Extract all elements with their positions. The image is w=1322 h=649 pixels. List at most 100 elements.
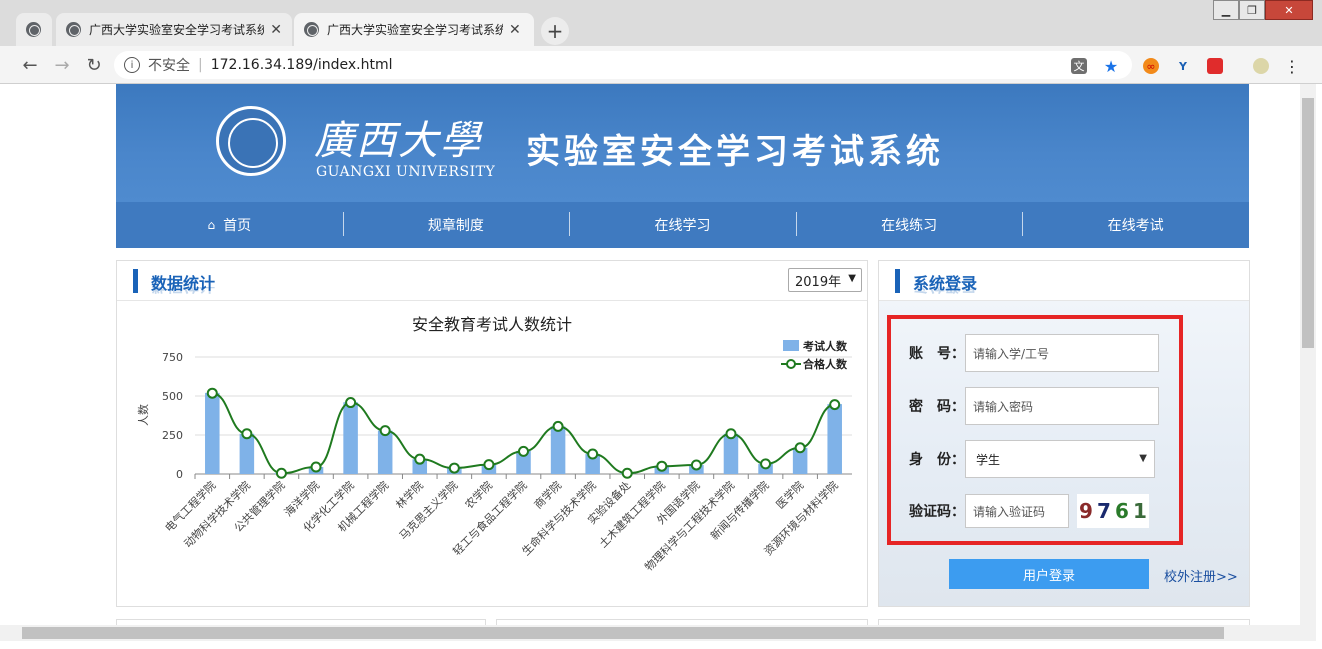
profile-avatar[interactable] xyxy=(1253,58,1269,74)
nav-home[interactable]: ⌂ 首页 xyxy=(116,202,343,248)
point xyxy=(448,462,460,474)
account-row: 账 号： 请输入学/工号 xyxy=(909,334,1159,372)
back-arrow-icon[interactable]: ← xyxy=(19,54,41,76)
site-banner: 廣西大學 GUANGXI UNIVERSITY 实验室安全学习考试系统 xyxy=(116,84,1249,202)
nav-label: 在线学习 xyxy=(654,218,711,234)
point xyxy=(414,453,426,465)
tab-label: 广西大学实验室安全学习考试系统 xyxy=(327,23,503,37)
bar xyxy=(205,392,220,474)
scrollbar-thumb[interactable] xyxy=(22,627,1224,639)
legend-label: 合格人数 xyxy=(803,357,848,371)
captcha-input[interactable]: 请输入验证码 xyxy=(965,494,1069,528)
nav-label: 首页 xyxy=(223,218,252,234)
role-label: 身 份： xyxy=(909,452,965,468)
globe-icon xyxy=(304,22,319,37)
bar xyxy=(343,402,358,474)
tab-2[interactable]: 广西大学实验室安全学习考试系统 ✕ xyxy=(294,13,534,46)
legend-swatch-bar xyxy=(783,340,799,351)
globe-icon xyxy=(66,22,81,37)
title-reflection: 系统登录 xyxy=(913,287,977,299)
password-row: 密 码： 请输入密码 xyxy=(909,387,1159,425)
x-axis-labels: 电气工程学院动物科学技术学院公共管理学院海洋学院化学化工学院机械工程学院 林学院马… xyxy=(162,474,841,574)
bar xyxy=(377,430,393,474)
page-viewport: 廣西大學 GUANGXI UNIVERSITY 实验室安全学习考试系统 ⌂ 首页… xyxy=(0,84,1300,625)
y-tick-label: 750 xyxy=(162,351,183,364)
captcha-char: 9 xyxy=(1079,499,1093,523)
minimize-button[interactable]: ▁ xyxy=(1213,0,1239,20)
forward-arrow-icon[interactable]: → xyxy=(51,54,73,76)
title-accent xyxy=(895,269,900,293)
new-tab-button[interactable]: + xyxy=(541,17,569,45)
y-tick-label: 0 xyxy=(176,468,183,481)
horizontal-scrollbar[interactable] xyxy=(0,625,1316,641)
account-input[interactable]: 请输入学/工号 xyxy=(965,334,1159,372)
extension-y-icon[interactable]: Y xyxy=(1175,58,1191,74)
point xyxy=(552,420,564,432)
captcha-label: 验证码： xyxy=(909,504,965,520)
browser-toolbar: ← → ↻ i 不安全 | 172.16.34.189/index.html 文… xyxy=(0,46,1322,84)
tab-pinned[interactable] xyxy=(16,13,52,46)
nav-online-study[interactable]: 在线学习 xyxy=(569,202,796,248)
point xyxy=(483,459,495,471)
point xyxy=(829,399,841,411)
y-axis-label: 人数 xyxy=(137,404,150,426)
exam-count-chart: 安全教育考试人数统计 人数 0 250 500 750 电气工程学院动物科学技术学院公… xyxy=(137,315,852,574)
close-icon[interactable]: ✕ xyxy=(509,22,521,38)
y-tick-label: 250 xyxy=(162,429,183,442)
x-tick-label: 马克思主义学院 xyxy=(396,478,460,542)
point xyxy=(760,458,772,470)
year-select[interactable]: 2019年 ▼ xyxy=(788,268,862,292)
bar-series xyxy=(205,392,842,474)
translate-icon[interactable]: 文 xyxy=(1071,58,1087,74)
password-label: 密 码： xyxy=(909,399,965,415)
maximize-button[interactable]: ❐ xyxy=(1239,0,1265,20)
chart-legend[interactable]: 考试人数合格人数 xyxy=(781,339,848,371)
extension-infinity-icon[interactable]: ∞ xyxy=(1143,58,1159,74)
dropdown-arrow-icon: ▼ xyxy=(1139,453,1147,464)
nav-online-practice[interactable]: 在线练习 xyxy=(795,202,1023,248)
reload-icon[interactable]: ↻ xyxy=(83,54,105,76)
university-seal-icon xyxy=(216,106,286,176)
x-tick-label: 农学院 xyxy=(462,478,495,511)
close-window-button[interactable]: ✕ xyxy=(1265,0,1313,20)
role-row: 身 份： 学生 ▼ xyxy=(909,440,1155,478)
menu-dots-icon[interactable]: ⋮ xyxy=(1284,57,1300,76)
account-label: 账 号： xyxy=(909,346,965,362)
tab-1[interactable]: 广西大学实验室安全学习考试系统 ✕ xyxy=(56,13,292,46)
password-input[interactable]: 请输入密码 xyxy=(965,387,1159,425)
captcha-image[interactable]: 9 7 6 1 xyxy=(1077,494,1149,528)
nav-online-exam[interactable]: 在线考试 xyxy=(1022,202,1249,248)
extension-red-icon[interactable] xyxy=(1207,58,1223,74)
bar xyxy=(550,426,566,474)
vertical-scrollbar[interactable] xyxy=(1300,84,1316,625)
scrollbar-thumb[interactable] xyxy=(1302,98,1314,348)
point xyxy=(241,428,253,440)
nav-regulations[interactable]: 规章制度 xyxy=(342,202,570,248)
title-accent xyxy=(133,269,138,293)
info-icon[interactable]: i xyxy=(124,57,140,73)
stats-panel: 数据统计 数据统计 2019年 ▼ 安全教育考试人数统计 人数 0 250 500 7… xyxy=(116,260,868,607)
x-tick-label: 商学院 xyxy=(531,478,564,511)
home-icon: ⌂ xyxy=(207,218,216,232)
captcha-char: 6 xyxy=(1115,499,1129,523)
chart-title: 安全教育考试人数统计 xyxy=(412,315,572,334)
point xyxy=(587,448,599,460)
tab-label: 广西大学实验室安全学习考试系统 xyxy=(89,23,265,37)
address-bar[interactable]: i 不安全 | 172.16.34.189/index.html xyxy=(114,51,1132,79)
login-button[interactable]: 用户登录 xyxy=(949,559,1149,589)
role-select[interactable]: 学生 ▼ xyxy=(965,440,1155,478)
nav-label: 在线考试 xyxy=(1107,218,1164,234)
url-text: 172.16.34.189/index.html xyxy=(210,57,393,73)
legend-label: 考试人数 xyxy=(803,339,848,353)
register-link[interactable]: 校外注册>> xyxy=(1164,566,1238,585)
bar xyxy=(723,433,739,474)
close-icon[interactable]: ✕ xyxy=(270,22,282,38)
tab-strip: 广西大学实验室安全学习考试系统 ✕ 广西大学实验室安全学习考试系统 ✕ + ▁ … xyxy=(0,0,1322,46)
legend-swatch-point xyxy=(786,359,796,369)
x-tick-label: 新闻与传播学院 xyxy=(707,478,771,542)
dropdown-arrow-icon: ▼ xyxy=(848,273,856,284)
university-name-en: GUANGXI UNIVERSITY xyxy=(316,164,496,180)
system-title: 实验室安全学习考试系统 xyxy=(526,132,944,172)
role-select-value: 学生 xyxy=(976,452,1001,467)
star-icon[interactable]: ★ xyxy=(1103,57,1119,76)
